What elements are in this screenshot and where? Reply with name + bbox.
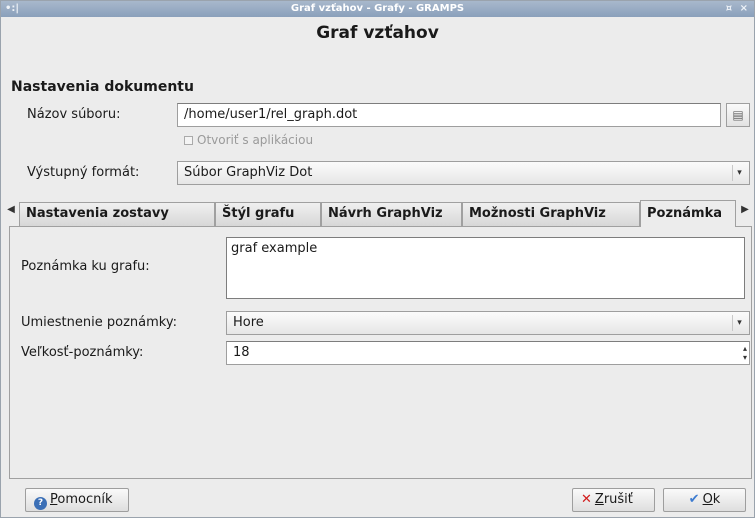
ok-button[interactable]: ✔ Ok bbox=[663, 488, 746, 512]
tab-graphviz-options[interactable]: Možnosti GraphViz bbox=[462, 202, 640, 226]
note-size-spinbutton[interactable]: 18 ▴ ▾ bbox=[226, 341, 750, 365]
tab-label: Štýl grafu bbox=[222, 206, 295, 221]
tab-note[interactable]: Poznámka bbox=[640, 200, 736, 227]
checkbox-box[interactable] bbox=[184, 136, 193, 145]
filename-label: Názov súboru: bbox=[27, 107, 121, 122]
tab-graphviz-layout[interactable]: Návrh GraphViz bbox=[321, 202, 462, 226]
tab-label: Návrh GraphViz bbox=[328, 206, 443, 221]
ok-label: k bbox=[712, 492, 721, 507]
note-position-value: Hore bbox=[233, 315, 264, 330]
cancel-icon: ✕ bbox=[581, 492, 592, 507]
tab-label: Nastavenia zostavy bbox=[26, 206, 169, 221]
note-label: Poznámka ku grafu: bbox=[21, 259, 150, 274]
window-title: Graf vzťahov - Grafy - GRAMPS bbox=[290, 3, 465, 14]
help-icon: ? bbox=[34, 497, 47, 510]
tab-scroll-left-icon[interactable]: ◀ bbox=[5, 204, 17, 215]
note-position-label: Umiestnenie poznámky: bbox=[21, 315, 177, 330]
output-format-value: Súbor GraphViz Dot bbox=[184, 165, 313, 180]
tab-label: Možnosti GraphViz bbox=[469, 206, 606, 221]
tab-label: Poznámka bbox=[647, 206, 723, 221]
cancel-label: rušiť bbox=[603, 492, 633, 507]
window-controls[interactable]: ¤ × bbox=[726, 1, 750, 17]
browse-file-button[interactable]: ▤ bbox=[726, 103, 750, 127]
dialog-heading: Graf vzťahov bbox=[316, 23, 439, 43]
dropdown-arrow-icon[interactable]: ▾ bbox=[732, 315, 746, 331]
report-dialog-window: •:| Graf vzťahov - Grafy - GRAMPS ¤ × Gr… bbox=[0, 0, 755, 518]
help-label: omocník bbox=[57, 492, 113, 507]
open-with-app-label: Otvoriť s aplikáciou bbox=[197, 133, 314, 147]
note-textarea[interactable]: graf example bbox=[226, 237, 745, 299]
filename-input[interactable]: /home/user1/rel_graph.dot bbox=[177, 103, 721, 127]
window-titlebar[interactable]: •:| Graf vzťahov - Grafy - GRAMPS ¤ × bbox=[1, 1, 754, 17]
tab-graph-style[interactable]: Štýl grafu bbox=[215, 202, 321, 226]
ok-icon: ✔ bbox=[688, 492, 700, 507]
dropdown-arrow-icon[interactable]: ▾ bbox=[732, 165, 746, 181]
ok-mnemonic: O bbox=[702, 492, 713, 507]
output-format-select[interactable]: Súbor GraphViz Dot ▾ bbox=[177, 161, 750, 185]
cancel-mnemonic: Z bbox=[594, 492, 604, 507]
window-menu-icon[interactable]: •:| bbox=[5, 1, 19, 17]
open-with-app-checkbox[interactable]: Otvoriť s aplikáciou bbox=[184, 133, 313, 147]
output-format-label: Výstupný formát: bbox=[27, 165, 140, 180]
help-button[interactable]: ? Pomocník bbox=[25, 488, 129, 512]
note-position-select[interactable]: Hore ▾ bbox=[226, 311, 750, 335]
cancel-button[interactable]: ✕ Zrušiť bbox=[572, 488, 655, 512]
note-size-label: Veľkosť-poznámky: bbox=[21, 345, 144, 360]
note-size-value: 18 bbox=[233, 345, 250, 360]
spin-arrows-icon[interactable]: ▴ ▾ bbox=[743, 344, 747, 362]
tab-scroll-right-icon[interactable]: ▶ bbox=[739, 204, 751, 215]
folder-icon: ▤ bbox=[732, 108, 744, 122]
report-options-tabs: ◀ Nastavenia zostavy Štýl grafu Návrh Gr… bbox=[5, 200, 752, 227]
tab-report-settings[interactable]: Nastavenia zostavy bbox=[19, 202, 215, 226]
section-title-document-settings: Nastavenia dokumentu bbox=[11, 79, 194, 95]
